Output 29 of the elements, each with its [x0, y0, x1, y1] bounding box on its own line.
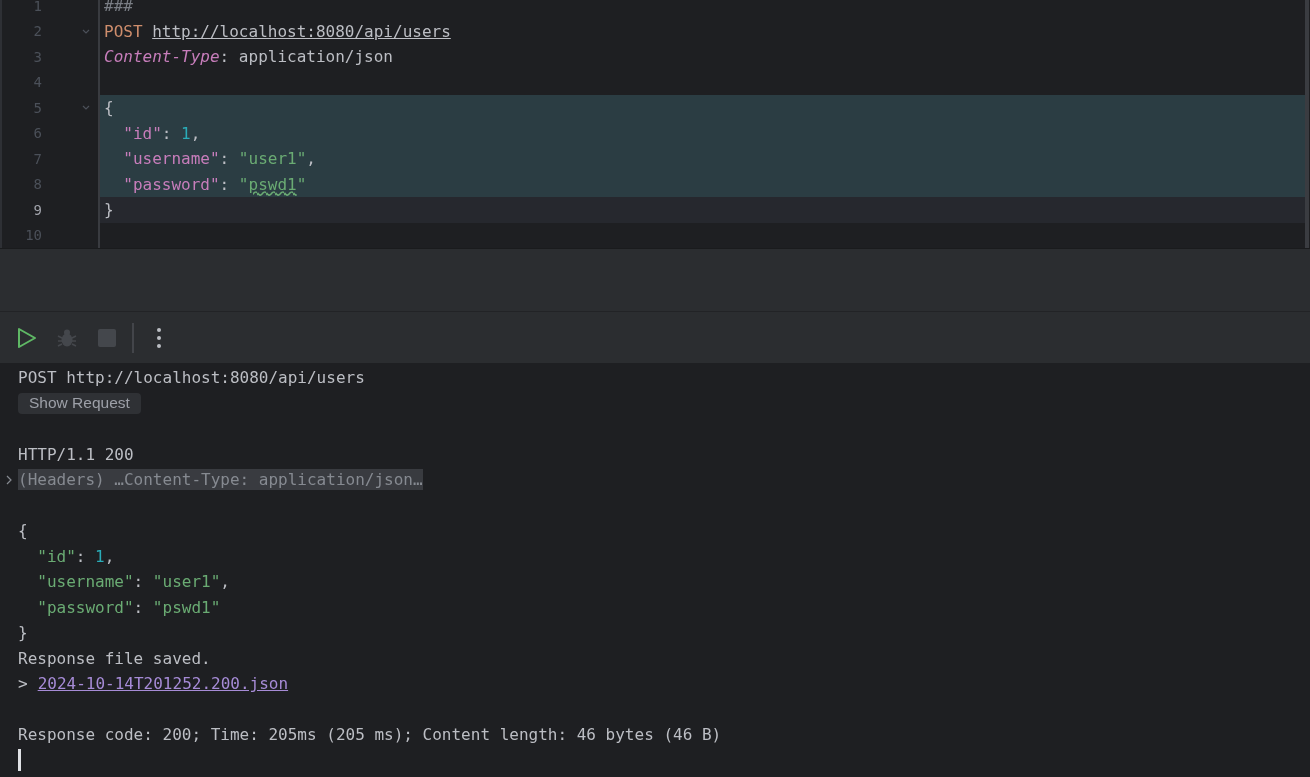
json-line: "password": "pswd1": [36, 597, 221, 617]
output-text: Response code: 200; Time: 205ms (205 ms); Content length: 46 bytes (46 B): [18, 725, 722, 745]
fold-chevron-icon[interactable]: [82, 28, 90, 34]
code-line: "id": 1,: [122, 123, 201, 143]
show-request-button[interactable]: Show Request: [18, 392, 141, 414]
output-text: HTTP/1.1 200: [18, 444, 134, 464]
code-line: "password": "pswd1": [122, 174, 307, 194]
prompt-marker: >: [18, 674, 28, 694]
json-line: {: [18, 521, 28, 541]
code-line: Content-Type: application/json: [104, 47, 393, 67]
collapsed-headers[interactable]: (Headers) …Content-Type: application/json…: [18, 469, 423, 491]
response-file-link[interactable]: 2024-10-14T201252.200.json: [37, 674, 289, 694]
more-icon: [156, 326, 162, 349]
code-line: ###: [104, 0, 133, 16]
play-icon: [17, 326, 37, 349]
fold-chevron-icon[interactable]: [82, 105, 90, 111]
expand-chevron-icon[interactable]: [6, 474, 12, 485]
json-line: }: [18, 623, 28, 643]
code-line: }: [104, 200, 114, 220]
json-line: "username": "user1",: [36, 572, 230, 592]
stop-icon: [97, 327, 117, 348]
line-number: 9: [32, 201, 42, 218]
json-line: "id": 1,: [36, 546, 115, 566]
code-line: {: [104, 98, 114, 118]
output-text: POST http://localhost:8080/api/users: [18, 368, 365, 388]
code-line: POST http://localhost:8080/api/users: [104, 21, 451, 41]
text-cursor: [18, 749, 21, 772]
code-line: "username": "user1",: [122, 149, 316, 169]
output-text: Response file saved.: [18, 648, 211, 668]
